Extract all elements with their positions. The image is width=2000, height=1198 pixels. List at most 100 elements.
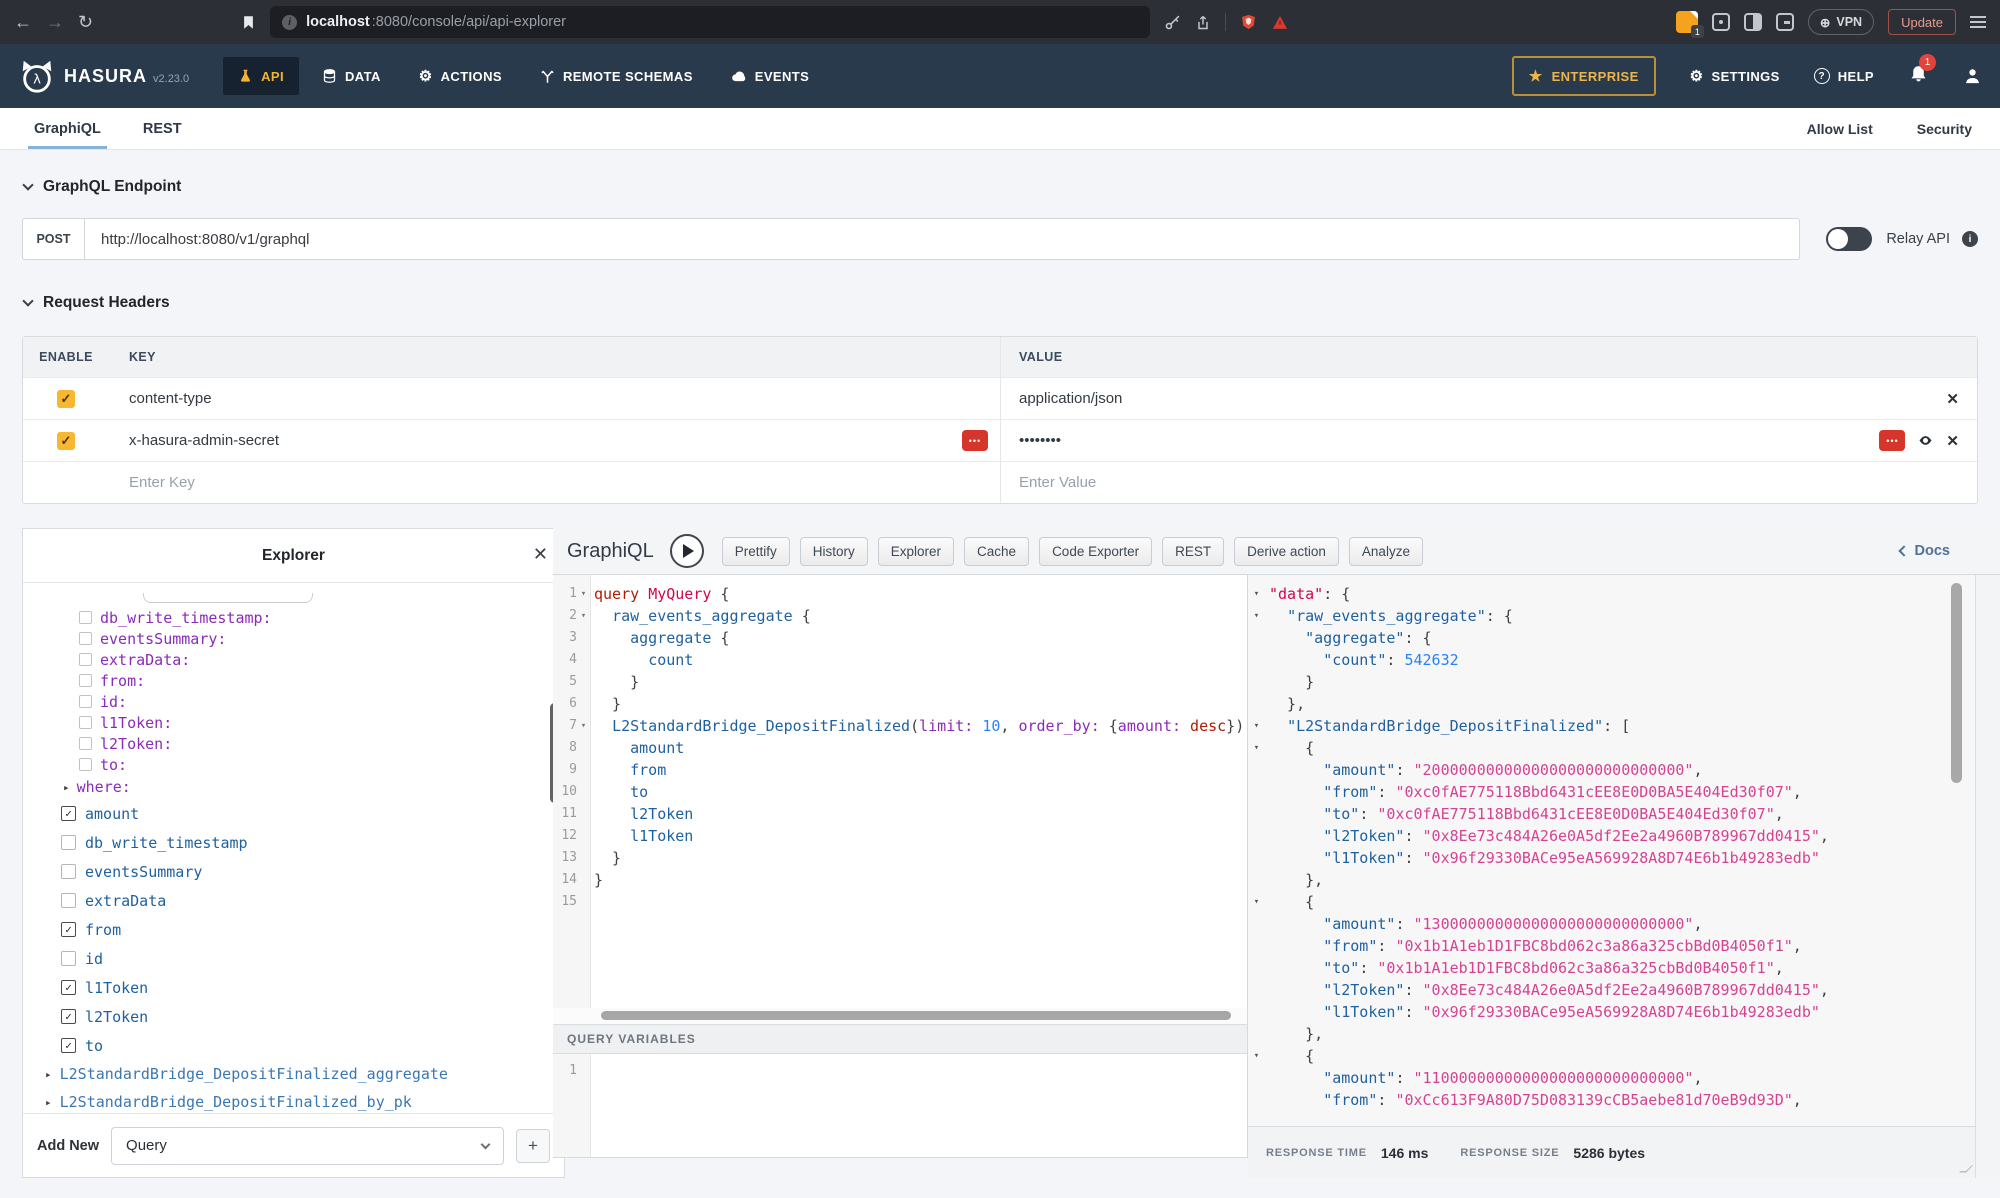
- chevron-down-icon[interactable]: [22, 295, 33, 306]
- chevron-down-icon[interactable]: [22, 179, 33, 190]
- brave-shield-icon[interactable]: [1240, 13, 1257, 31]
- toolbar-cache-button[interactable]: Cache: [964, 537, 1029, 566]
- graphql-endpoint-input[interactable]: http://localhost:8080/v1/graphql: [84, 218, 1800, 260]
- explorer-item-l2standardbridge-depositfinalized-by-pk[interactable]: ▸L2StandardBridge_DepositFinalized_by_pk: [23, 1088, 564, 1113]
- nav-item-actions[interactable]: ⚙ACTIONS: [404, 56, 517, 96]
- query-variables-editor[interactable]: 1: [553, 1054, 1247, 1157]
- page-info-icon[interactable]: i: [282, 15, 297, 30]
- toolbar-prettify-button[interactable]: Prettify: [722, 537, 790, 566]
- toolbar-explorer-button[interactable]: Explorer: [878, 537, 954, 566]
- toolbar-history-button[interactable]: History: [800, 537, 868, 566]
- explorer-field-amount[interactable]: ✓amount: [23, 799, 564, 828]
- fold-arrow-icon[interactable]: ▾: [1248, 583, 1265, 605]
- key-icon[interactable]: [1164, 14, 1181, 31]
- explorer-field-eventssummary[interactable]: eventsSummary: [23, 857, 564, 886]
- enter-value-field[interactable]: Enter Value: [1000, 462, 1977, 503]
- help-button[interactable]: ? HELP: [1814, 68, 1874, 84]
- wallet-icon[interactable]: [1776, 13, 1794, 31]
- query-editor[interactable]: 1▾query MyQuery {2▾ raw_events_aggregate…: [553, 575, 1247, 1008]
- fold-arrow-icon[interactable]: ▾: [1248, 605, 1265, 627]
- menu-icon[interactable]: [1970, 16, 1986, 28]
- fold-arrow-icon[interactable]: ▾: [577, 583, 590, 605]
- fold-arrow-icon[interactable]: ▾: [1248, 891, 1265, 913]
- explorer-field-from[interactable]: ✓from: [23, 915, 564, 944]
- enter-key-field[interactable]: Enter Key: [109, 474, 1000, 491]
- explorer-argument-db-write-timestamp[interactable]: db_write_timestamp:: [23, 607, 564, 628]
- docs-button[interactable]: Docs: [1900, 543, 1950, 559]
- fold-arrow-icon[interactable]: ▾: [577, 715, 590, 737]
- explorer-argument-where[interactable]: ▸where:: [23, 775, 564, 799]
- toolbar-code-exporter-button[interactable]: Code Exporter: [1039, 537, 1152, 566]
- field-label: from: [85, 921, 121, 939]
- resize-grip[interactable]: [1959, 1166, 1973, 1173]
- explorer-item-l2standardbridge-depositfinalized-aggregate[interactable]: ▸L2StandardBridge_DepositFinalized_aggre…: [23, 1060, 564, 1088]
- explorer-argument-l1token[interactable]: l1Token:: [23, 712, 564, 733]
- triangle-right-icon: ▸: [45, 1096, 52, 1109]
- execute-query-button[interactable]: [670, 534, 704, 568]
- code-line: "aggregate": {: [1248, 627, 1975, 649]
- info-icon[interactable]: i: [1962, 231, 1978, 247]
- fold-arrow-icon[interactable]: ▾: [1248, 715, 1265, 737]
- url-bar[interactable]: i localhost :8080/console/api/api-explor…: [270, 6, 1150, 38]
- add-new-select[interactable]: Query: [111, 1127, 504, 1165]
- fold-arrow-icon[interactable]: ▾: [1248, 1045, 1265, 1067]
- nav-item-events[interactable]: EVENTS: [716, 58, 824, 95]
- vpn-button[interactable]: ⊕ VPN: [1808, 9, 1874, 35]
- header-key-field[interactable]: content-type: [109, 378, 1000, 419]
- reload-icon[interactable]: ↻: [78, 13, 93, 31]
- tab-rest[interactable]: REST: [137, 108, 188, 149]
- password-manager-icon[interactable]: •••: [962, 430, 988, 451]
- update-button[interactable]: Update: [1888, 9, 1956, 35]
- fold-arrow-icon[interactable]: ▾: [577, 605, 590, 627]
- header-key-field[interactable]: x-hasura-admin-secret•••: [109, 420, 1000, 461]
- explorer-argument-extradata[interactable]: extraData:: [23, 649, 564, 670]
- user-button[interactable]: [1963, 66, 1982, 86]
- enable-checkbox[interactable]: ✓: [57, 390, 75, 408]
- toolbar-derive-action-button[interactable]: Derive action: [1234, 537, 1339, 566]
- horizontal-scrollbar-thumb[interactable]: [601, 1011, 1231, 1020]
- back-icon[interactable]: ←: [14, 13, 32, 31]
- enterprise-button[interactable]: ★ ENTERPRISE: [1512, 56, 1656, 96]
- fold-arrow-icon[interactable]: ▾: [1248, 737, 1265, 759]
- explorer-argument-from[interactable]: from:: [23, 670, 564, 691]
- toolbar-rest-button[interactable]: REST: [1162, 537, 1224, 566]
- eye-icon[interactable]: [1917, 433, 1934, 448]
- extension-icon-2[interactable]: [1712, 13, 1730, 31]
- explorer-argument-l2token[interactable]: l2Token:: [23, 733, 564, 754]
- tab-graphiql[interactable]: GraphiQL: [28, 108, 107, 149]
- close-icon[interactable]: ✕: [533, 544, 548, 565]
- explorer-field-to[interactable]: ✓to: [23, 1031, 564, 1060]
- password-manager-icon[interactable]: •••: [1879, 430, 1905, 451]
- link-security[interactable]: Security: [1917, 121, 1972, 137]
- nav-item-api[interactable]: API: [223, 57, 299, 95]
- explorer-field-l1token[interactable]: ✓l1Token: [23, 973, 564, 1002]
- nav-item-remote-schemas[interactable]: REMOTE SCHEMAS: [525, 58, 708, 95]
- extension-icon[interactable]: 1: [1676, 11, 1698, 33]
- toolbar-analyze-button[interactable]: Analyze: [1349, 537, 1423, 566]
- header-value-field[interactable]: application/json✕: [1000, 378, 1977, 419]
- share-icon[interactable]: [1195, 14, 1211, 31]
- query-variables-header[interactable]: QUERY VARIABLES: [553, 1024, 1247, 1054]
- notifications-button[interactable]: 1: [1908, 63, 1929, 90]
- link-allow-list[interactable]: Allow List: [1807, 121, 1873, 137]
- remove-header-icon[interactable]: ✕: [1946, 390, 1959, 408]
- explorer-argument-id[interactable]: id:: [23, 691, 564, 712]
- explorer-field-extradata[interactable]: extraData: [23, 886, 564, 915]
- bookmark-icon[interactable]: [241, 14, 256, 31]
- relay-api-toggle[interactable]: [1826, 227, 1872, 251]
- explorer-field-id[interactable]: id: [23, 944, 564, 973]
- add-query-button[interactable]: +: [516, 1129, 550, 1163]
- explorer-field-l2token[interactable]: ✓l2Token: [23, 1002, 564, 1031]
- nav-item-data[interactable]: DATA: [307, 57, 396, 95]
- header-value-field[interactable]: •••••••••••✕: [1000, 420, 1977, 461]
- hasura-logo[interactable]: λ: [18, 57, 56, 95]
- explorer-argument-eventssummary[interactable]: eventsSummary:: [23, 628, 564, 649]
- enable-checkbox[interactable]: ✓: [57, 432, 75, 450]
- explorer-argument-to[interactable]: to:: [23, 754, 564, 775]
- warning-icon[interactable]: [1271, 14, 1289, 31]
- settings-button[interactable]: ⚙ SETTINGS: [1690, 67, 1780, 85]
- explorer-field-db-write-timestamp[interactable]: db_write_timestamp: [23, 828, 564, 857]
- forward-icon[interactable]: →: [46, 13, 64, 31]
- split-view-icon[interactable]: [1744, 13, 1762, 31]
- remove-header-icon[interactable]: ✕: [1946, 432, 1959, 450]
